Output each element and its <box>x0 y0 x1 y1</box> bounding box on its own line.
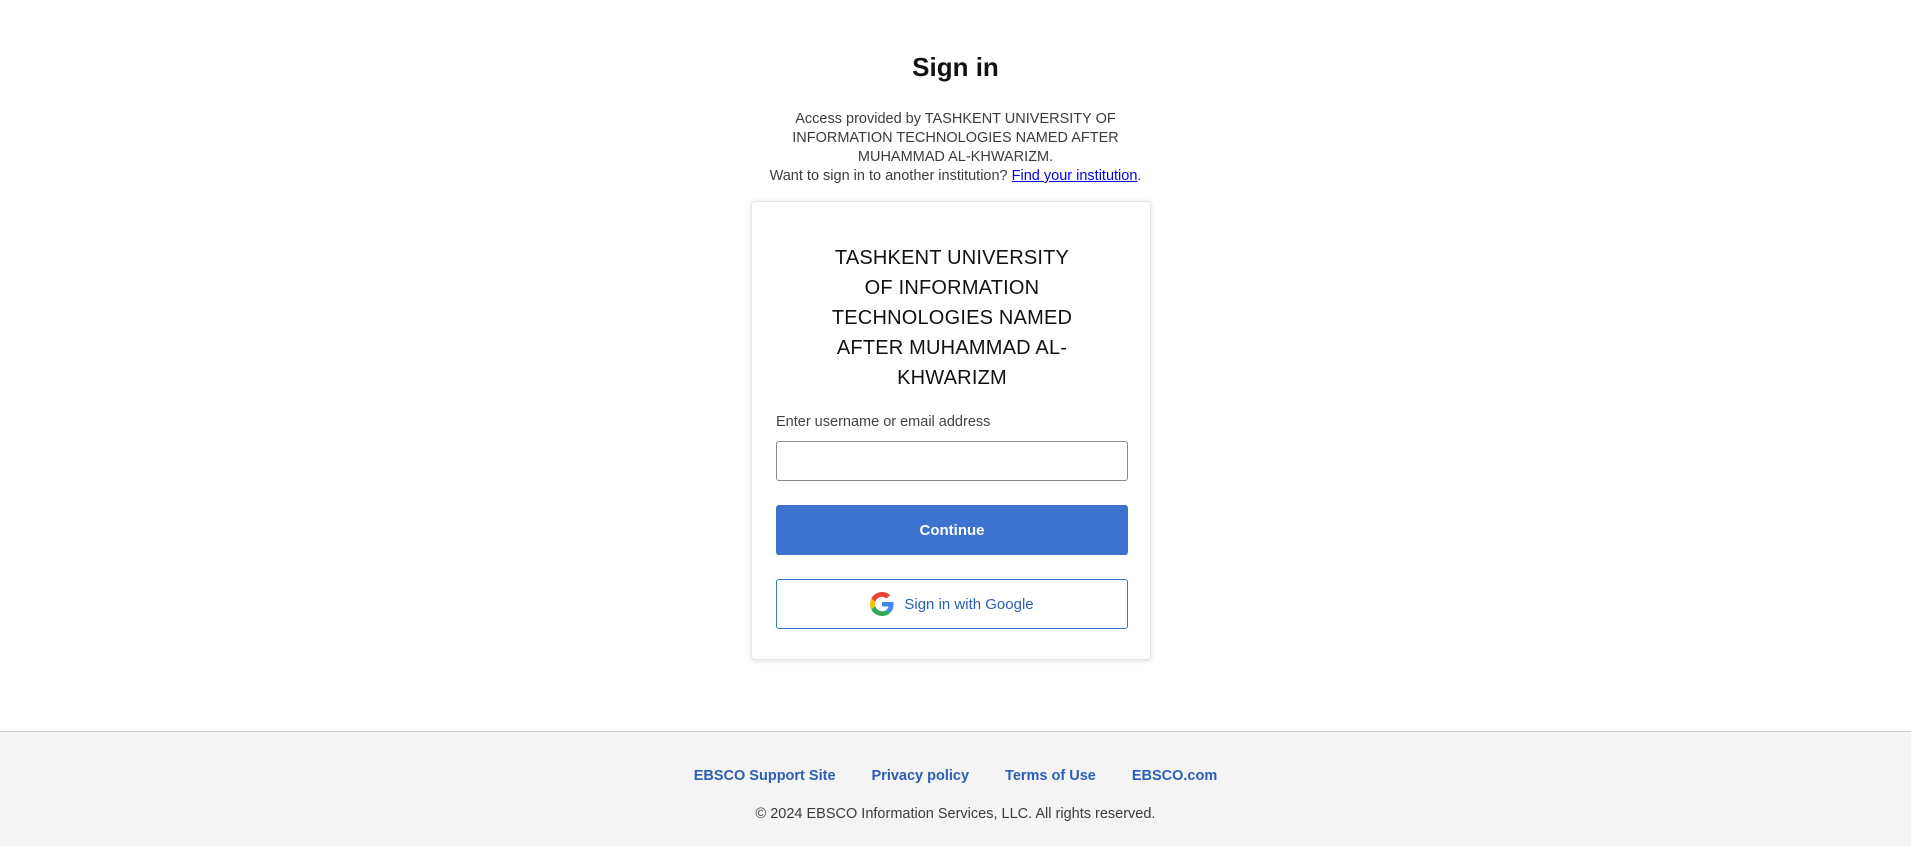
username-label: Enter username or email address <box>776 414 991 430</box>
access-prefix: Access provided by <box>795 111 925 127</box>
other-prefix: Want to sign in to another institution? <box>769 168 1012 184</box>
sign-in-card: TASHKENT UNIVERSITY OF INFORMATION TECHN… <box>751 201 1151 660</box>
find-institution-link[interactable]: Find your institution <box>1012 168 1138 184</box>
continue-button[interactable]: Continue <box>776 505 1128 555</box>
footer: EBSCO Support Site Privacy policy Terms … <box>0 731 1911 846</box>
access-notice: Access provided by TASHKENT UNIVERSITY O… <box>790 110 1121 167</box>
footer-link-terms[interactable]: Terms of Use <box>1005 768 1096 784</box>
copyright: © 2024 EBSCO Information Services, LLC. … <box>755 806 1156 822</box>
other-institution-prompt: Want to sign in to another institution? … <box>0 167 1911 186</box>
institution-name: TASHKENT UNIVERSITY OF INFORMATION TECHN… <box>831 247 1073 389</box>
google-sign-in-button[interactable]: Sign in with Google <box>776 579 1128 629</box>
page-title: Sign in <box>912 52 999 82</box>
footer-link-support[interactable]: EBSCO Support Site <box>694 768 836 784</box>
other-suffix: . <box>1137 168 1142 184</box>
google-g-icon <box>870 592 894 616</box>
footer-link-ebsco[interactable]: EBSCO.com <box>1132 768 1217 784</box>
footer-links: EBSCO Support Site Privacy policy Terms … <box>0 768 1911 784</box>
footer-link-privacy[interactable]: Privacy policy <box>872 768 970 784</box>
username-input[interactable] <box>776 441 1128 481</box>
google-sign-in-label: Sign in with Google <box>904 595 1034 613</box>
page: Sign in Access provided by TASHKENT UNIV… <box>0 0 1911 846</box>
main-content: Sign in Access provided by TASHKENT UNIV… <box>0 0 1911 731</box>
